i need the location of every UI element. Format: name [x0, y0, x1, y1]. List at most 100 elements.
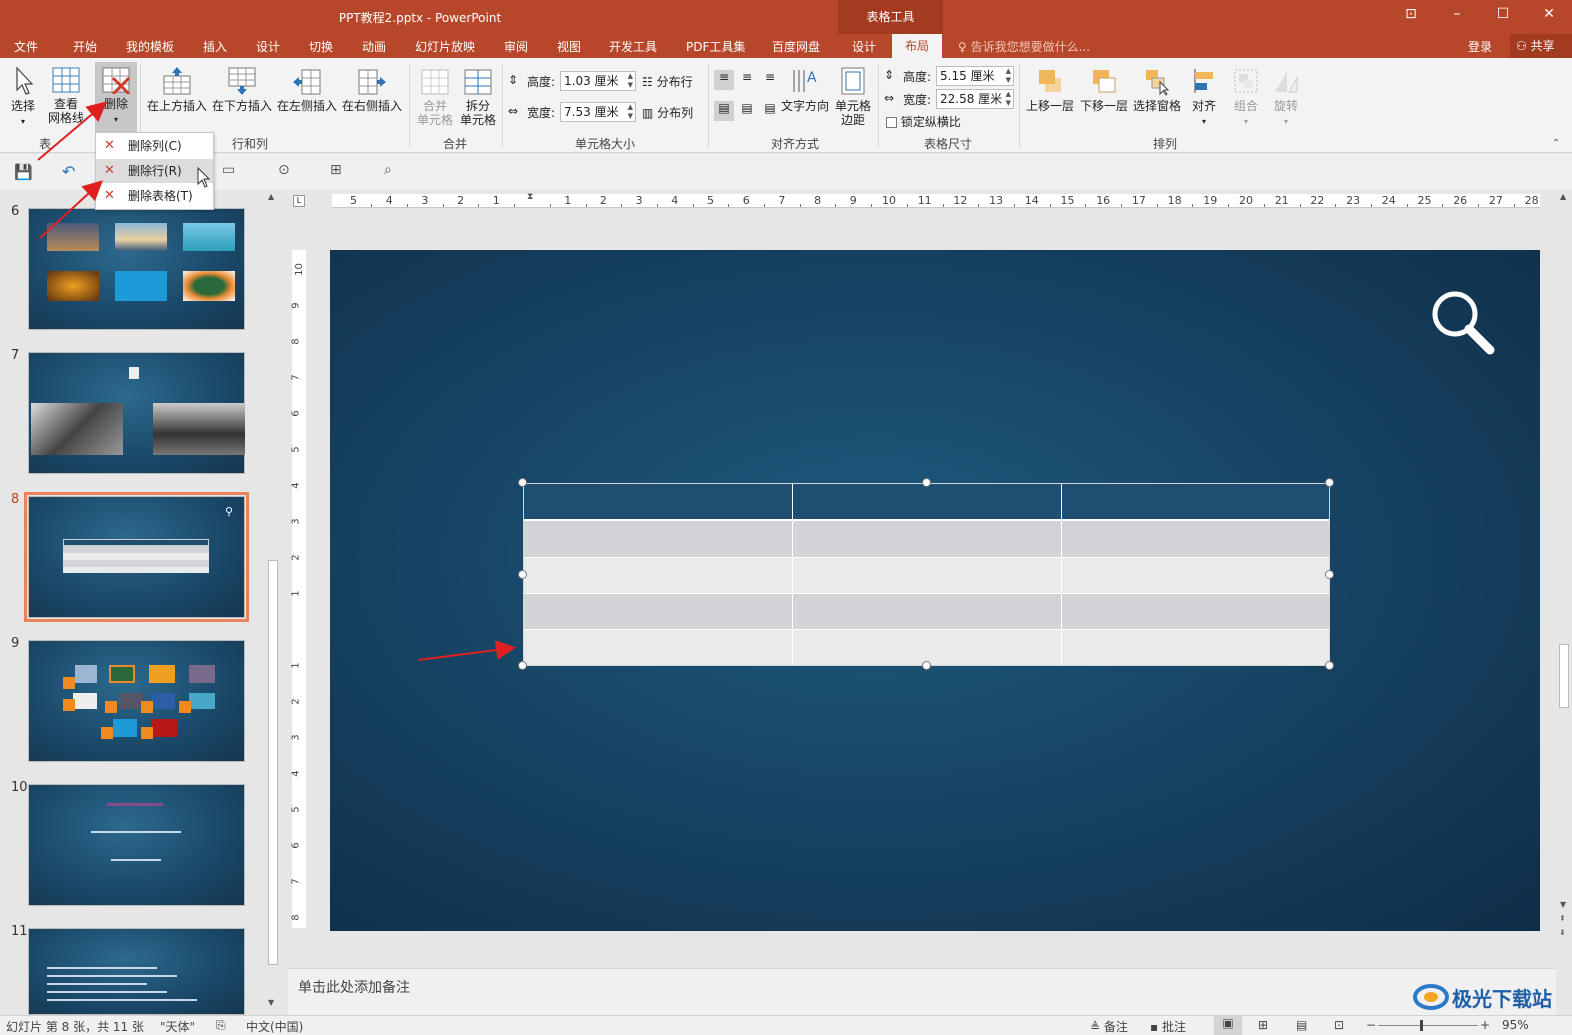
previous-slide-icon[interactable]: ⇞: [1559, 914, 1566, 923]
slide-thumbnail-11[interactable]: [28, 928, 245, 1015]
table-width-input[interactable]: 22.58 厘米 ▲ ▼: [936, 89, 1014, 109]
insert-left-button[interactable]: 在左侧插入: [276, 66, 338, 113]
checkbox-box[interactable]: [886, 117, 897, 128]
save-icon[interactable]: 💾: [14, 163, 33, 181]
share-button[interactable]: ⚇ 共享: [1510, 34, 1572, 58]
resize-handle[interactable]: [518, 478, 527, 487]
normal-view-icon[interactable]: ▣: [1214, 1016, 1242, 1035]
scroll-up-icon[interactable]: ▲: [1560, 192, 1566, 201]
textbox-icon[interactable]: ▭: [222, 162, 235, 178]
slideshow-view-icon[interactable]: ⊡: [1334, 1018, 1344, 1032]
next-slide-icon[interactable]: ⇟: [1559, 928, 1566, 937]
distribute-cols-button[interactable]: ▥ 分布列: [642, 104, 693, 121]
resize-handle[interactable]: [518, 661, 527, 670]
menu-item-delete-columns[interactable]: ✕ 删除列(C): [96, 134, 213, 158]
slideshow-from-start-icon[interactable]: ⊙: [278, 162, 290, 178]
scroll-down-icon[interactable]: ▼: [268, 998, 274, 1007]
scrollbar-thumb[interactable]: [268, 560, 278, 965]
align-right-button[interactable]: ≡: [760, 70, 780, 90]
tab-slideshow[interactable]: 幻灯片放映: [415, 38, 475, 55]
zoom-slider[interactable]: [1378, 1025, 1478, 1026]
table-row[interactable]: [524, 629, 1329, 665]
merge-cells-button[interactable]: 合并 单元格: [414, 66, 456, 127]
editor-scrollbar[interactable]: ▲ ▼ ⇞ ⇟: [1556, 192, 1572, 944]
login-button[interactable]: 登录: [1468, 38, 1492, 55]
slide-thumbnail-7[interactable]: [28, 352, 245, 474]
close-button[interactable]: ✕: [1538, 6, 1560, 26]
spinner-arrows-icon[interactable]: ▲ ▼: [1006, 90, 1011, 108]
insert-above-button[interactable]: 在上方插入: [146, 66, 208, 113]
insert-below-button[interactable]: 在下方插入: [211, 66, 273, 113]
minimize-button[interactable]: –: [1446, 6, 1468, 26]
tab-design[interactable]: 设计: [256, 38, 280, 55]
lock-aspect-ratio-checkbox[interactable]: 锁定纵横比: [886, 113, 961, 130]
thumbnails-scrollbar[interactable]: ▲ ▼: [266, 192, 280, 1012]
align-middle-button[interactable]: ▤: [737, 101, 757, 121]
zoom-in-icon[interactable]: +: [1480, 1018, 1490, 1032]
split-cells-button[interactable]: 拆分 单元格: [458, 66, 498, 127]
slide-thumbnail-8[interactable]: ⚲: [24, 492, 249, 622]
align-center-button[interactable]: ≡: [737, 70, 757, 90]
group-objects-button[interactable]: 组合 ▾: [1228, 66, 1264, 129]
comments-toggle-button[interactable]: ▪ 批注: [1150, 1018, 1186, 1035]
resize-handle[interactable]: [1325, 661, 1334, 670]
resize-handle[interactable]: [922, 661, 931, 670]
insert-right-button[interactable]: 在右侧插入: [341, 66, 403, 113]
scroll-down-icon[interactable]: ▼: [1560, 900, 1566, 909]
scrollbar-thumb[interactable]: [1559, 644, 1569, 708]
tab-transitions[interactable]: 切换: [309, 38, 333, 55]
spinner-arrows-icon[interactable]: ▲ ▼: [628, 72, 633, 90]
spellcheck-icon[interactable]: ⎘: [216, 1018, 226, 1033]
selection-pane-button[interactable]: 选择窗格: [1132, 66, 1182, 113]
rotate-button[interactable]: 旋转 ▾: [1268, 66, 1304, 129]
tab-review[interactable]: 审阅: [504, 38, 528, 55]
resize-handle[interactable]: [518, 570, 527, 579]
distribute-rows-button[interactable]: ☷ 分布行: [642, 73, 693, 90]
zoom-out-icon[interactable]: −: [1366, 1018, 1376, 1032]
slide-thumbnail-9[interactable]: [28, 640, 245, 762]
tab-view[interactable]: 视图: [557, 38, 581, 55]
tab-pdf-tools[interactable]: PDF工具集: [686, 38, 745, 55]
spinner-arrows-icon[interactable]: ▲ ▼: [1006, 67, 1011, 85]
spinner-arrows-icon[interactable]: ▲ ▼: [628, 103, 633, 121]
tab-my-templates[interactable]: 我的模板: [126, 38, 174, 55]
tab-table-layout[interactable]: 布局: [892, 34, 942, 58]
slide-sorter-icon[interactable]: ⊞: [1258, 1018, 1268, 1032]
tab-animations[interactable]: 动画: [362, 38, 386, 55]
scroll-up-icon[interactable]: ▲: [268, 192, 274, 201]
tab-baidu-netdisk[interactable]: 百度网盘: [772, 38, 820, 55]
tab-home[interactable]: 开始: [73, 38, 97, 55]
maximize-button[interactable]: ☐: [1492, 6, 1514, 26]
tab-selector-icon[interactable]: L: [293, 195, 305, 207]
presenter-icon[interactable]: ⊞: [330, 162, 342, 178]
table-height-input[interactable]: 5.15 厘米 ▲ ▼: [936, 66, 1014, 86]
table-row[interactable]: [524, 593, 1329, 629]
notes-placeholder[interactable]: 单击此处添加备注: [298, 977, 410, 997]
delete-button[interactable]: 删除 ▾: [95, 62, 137, 132]
zoom-slider-thumb[interactable]: [1420, 1020, 1423, 1031]
select-button[interactable]: 选择 ▾: [6, 66, 40, 129]
table-row[interactable]: [524, 557, 1329, 593]
zoom-level[interactable]: 95%: [1502, 1018, 1529, 1032]
align-bottom-button[interactable]: ▤: [760, 101, 780, 121]
notes-toggle-button[interactable]: ≜ 备注: [1090, 1018, 1128, 1035]
reading-view-icon[interactable]: ▤: [1296, 1018, 1307, 1032]
tab-file[interactable]: 文件: [14, 38, 38, 55]
align-objects-button[interactable]: 对齐 ▾: [1186, 66, 1222, 129]
slide-thumbnail-6[interactable]: [28, 208, 245, 330]
align-top-button[interactable]: ▤: [714, 101, 734, 121]
cell-width-input[interactable]: 7.53 厘米 ▲ ▼: [560, 102, 636, 122]
resize-handle[interactable]: [1325, 570, 1334, 579]
indent-marker-icon[interactable]: ⧗: [527, 192, 533, 202]
table-header-row[interactable]: [524, 484, 1329, 519]
undo-icon[interactable]: ↶: [62, 162, 75, 181]
language-status[interactable]: 中文(中国): [246, 1018, 303, 1035]
tell-me-search[interactable]: ♀ 告诉我您想要做什么...: [958, 38, 1090, 55]
resize-handle[interactable]: [1325, 478, 1334, 487]
slide-thumbnail-10[interactable]: [28, 784, 245, 906]
tab-table-design[interactable]: 设计: [852, 38, 876, 55]
text-direction-button[interactable]: A 文字方向: [780, 66, 830, 113]
send-backward-button[interactable]: 下移一层: [1078, 66, 1130, 113]
cell-margins-button[interactable]: 单元格 边距: [832, 66, 874, 127]
slide-table[interactable]: [523, 483, 1330, 666]
